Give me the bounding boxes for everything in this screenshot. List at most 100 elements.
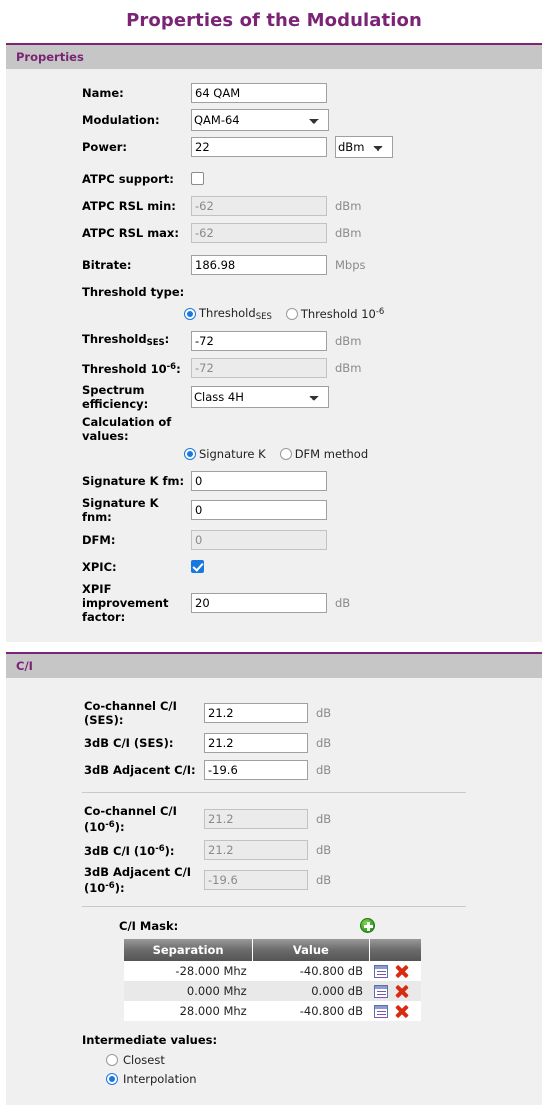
field-row-power: Power: dBm [6,135,542,158]
threshold-type-label: Threshold type: [82,284,185,299]
threshold-ses-input[interactable] [191,330,327,351]
spectrum-efficiency-label: Spectrum efficiency: [82,383,149,411]
field-row-co-channel-10: Co-channel C/I (10-6): dB [6,804,542,834]
edit-row-icon[interactable] [374,985,388,998]
delete-row-icon[interactable] [395,965,408,978]
cell-value: -40.800 dB [252,961,369,981]
cell-value: -40.800 dB [252,1001,369,1021]
closest-radio[interactable] [106,1054,118,1066]
calculation-radio-group: Signature K DFM method [6,444,542,464]
xpif-label: XPIF improvement factor: [82,582,169,624]
signature-k-radio-option[interactable]: Signature K [184,447,266,461]
three-db-ses-input[interactable] [204,732,308,753]
column-header-value: Value [252,939,370,961]
field-row-calculation: Calculation of values: [6,415,542,443]
signature-k-fnm-label: Signature K fnm: [82,496,159,524]
table-row: 0.000 Mhz 0.000 dB [124,981,421,1001]
threshold-10-radio-sup: -6 [375,307,385,317]
dfm-input [191,529,327,550]
xpif-unit: dB [335,596,351,610]
three-db-ses-unit: dB [316,735,332,750]
co-channel-ses-input[interactable] [204,703,308,723]
threshold-ses-radio-label: Threshold [199,306,256,320]
modulation-select[interactable]: QAM-64 [191,108,329,131]
threshold-10-radio-option[interactable]: Threshold 10-6 [285,307,385,321]
ci-panel: C/I Co-channel C/I (SES): dB 3dB C/I (SE… [6,652,542,1105]
co-channel-10-input [204,809,308,829]
field-row-atpc-rsl-min: ATPC RSL min: dBm [6,194,542,217]
field-row-modulation: Modulation: QAM-64 [6,108,542,131]
three-db-adjacent-label: 3dB Adjacent C/I: [84,762,196,777]
ci-section-body: Co-channel C/I (SES): dB 3dB C/I (SES): … [6,678,542,1105]
properties-section-header: Properties [6,43,542,69]
edit-row-icon[interactable] [374,965,388,978]
ci-mask-header: C/I Mask: [6,918,542,933]
cell-actions [369,961,421,981]
three-db-10-label: 3dB C/I (10-6): [84,843,175,858]
add-mask-row-icon[interactable] [360,918,376,933]
cell-value: 0.000 dB [252,981,369,1001]
atpc-support-label: ATPC support: [82,171,174,186]
three-db-adjacent-10-unit: dB [316,873,332,887]
cell-actions [369,981,421,1001]
name-input[interactable] [191,82,327,103]
threshold-10-radio[interactable] [285,308,298,320]
co-channel-10-label: Co-channel C/I (10-6): [84,804,177,834]
threshold-ses-radio[interactable] [184,308,196,320]
table-header-row: Separation Value [124,939,421,961]
co-channel-ses-unit: dB [316,706,332,720]
cell-actions [369,1001,421,1021]
power-input[interactable] [191,136,327,157]
table-row: 28.000 Mhz -40.800 dB [124,1001,421,1021]
delete-row-icon[interactable] [395,1005,408,1018]
field-row-threshold-type: Threshold type: [6,280,542,303]
xpic-checkbox[interactable] [191,560,204,573]
interpolation-radio-option[interactable]: Interpolation [106,1072,542,1086]
closest-radio-option[interactable]: Closest [106,1053,542,1067]
bitrate-label: Bitrate: [82,257,132,272]
field-row-atpc-rsl-max: ATPC RSL max: dBm [6,221,542,244]
ci-divider-top [82,792,466,793]
three-db-10-input [204,839,308,860]
delete-row-icon[interactable] [395,985,408,998]
atpc-rsl-min-unit: dBm [335,198,362,213]
atpc-rsl-max-unit: dBm [335,225,362,240]
signature-k-radio[interactable] [184,448,196,460]
column-header-separation: Separation [124,939,254,961]
three-db-adjacent-input[interactable] [204,759,308,780]
atpc-support-checkbox[interactable] [191,172,204,185]
field-row-xpic: XPIC: [6,555,542,578]
threshold-ses-radio-option[interactable]: ThresholdSES [184,306,272,322]
bitrate-unit: Mbps [335,257,366,272]
signature-k-radio-label: Signature K [199,447,266,461]
intermediate-values-label: Intermediate values: [82,1033,218,1047]
field-row-xpif: XPIF improvement factor: dB [6,582,542,624]
interpolation-radio[interactable] [106,1073,118,1085]
threshold-10-label: Threshold 10-6: [82,361,181,376]
edit-row-icon[interactable] [374,1005,388,1018]
field-row-dfm: DFM: [6,528,542,551]
field-row-3db-10: 3dB C/I (10-6): dB [6,838,542,861]
threshold-10-input [191,357,327,378]
threshold-ses-label: ThresholdSES: [82,331,170,348]
three-db-10-unit: dB [316,842,332,857]
xpif-input[interactable] [191,593,327,613]
spectrum-efficiency-select[interactable]: Class 4H [191,386,329,408]
co-channel-10-unit: dB [316,812,332,826]
threshold-ses-unit: dBm [335,333,362,348]
dfm-method-radio[interactable] [279,448,292,460]
field-row-3db-adjacent-10: 3dB Adjacent C/I (10-6): dB [6,865,542,895]
signature-k-fm-label: Signature K fm: [82,473,185,488]
signature-k-fm-input[interactable] [191,470,327,491]
field-row-threshold-ses: ThresholdSES: dBm [6,329,542,352]
bitrate-input[interactable] [191,254,327,275]
dfm-method-radio-option[interactable]: DFM method [279,447,368,461]
cell-separation: -28.000 Mhz [124,961,253,981]
power-unit-select[interactable]: dBm [335,135,393,158]
dfm-label: DFM: [82,532,116,547]
three-db-adjacent-unit: dB [316,762,332,777]
atpc-rsl-min-input [191,195,327,216]
modulation-label: Modulation: [82,112,160,127]
signature-k-fnm-input[interactable] [191,500,327,520]
name-label: Name: [82,85,124,100]
